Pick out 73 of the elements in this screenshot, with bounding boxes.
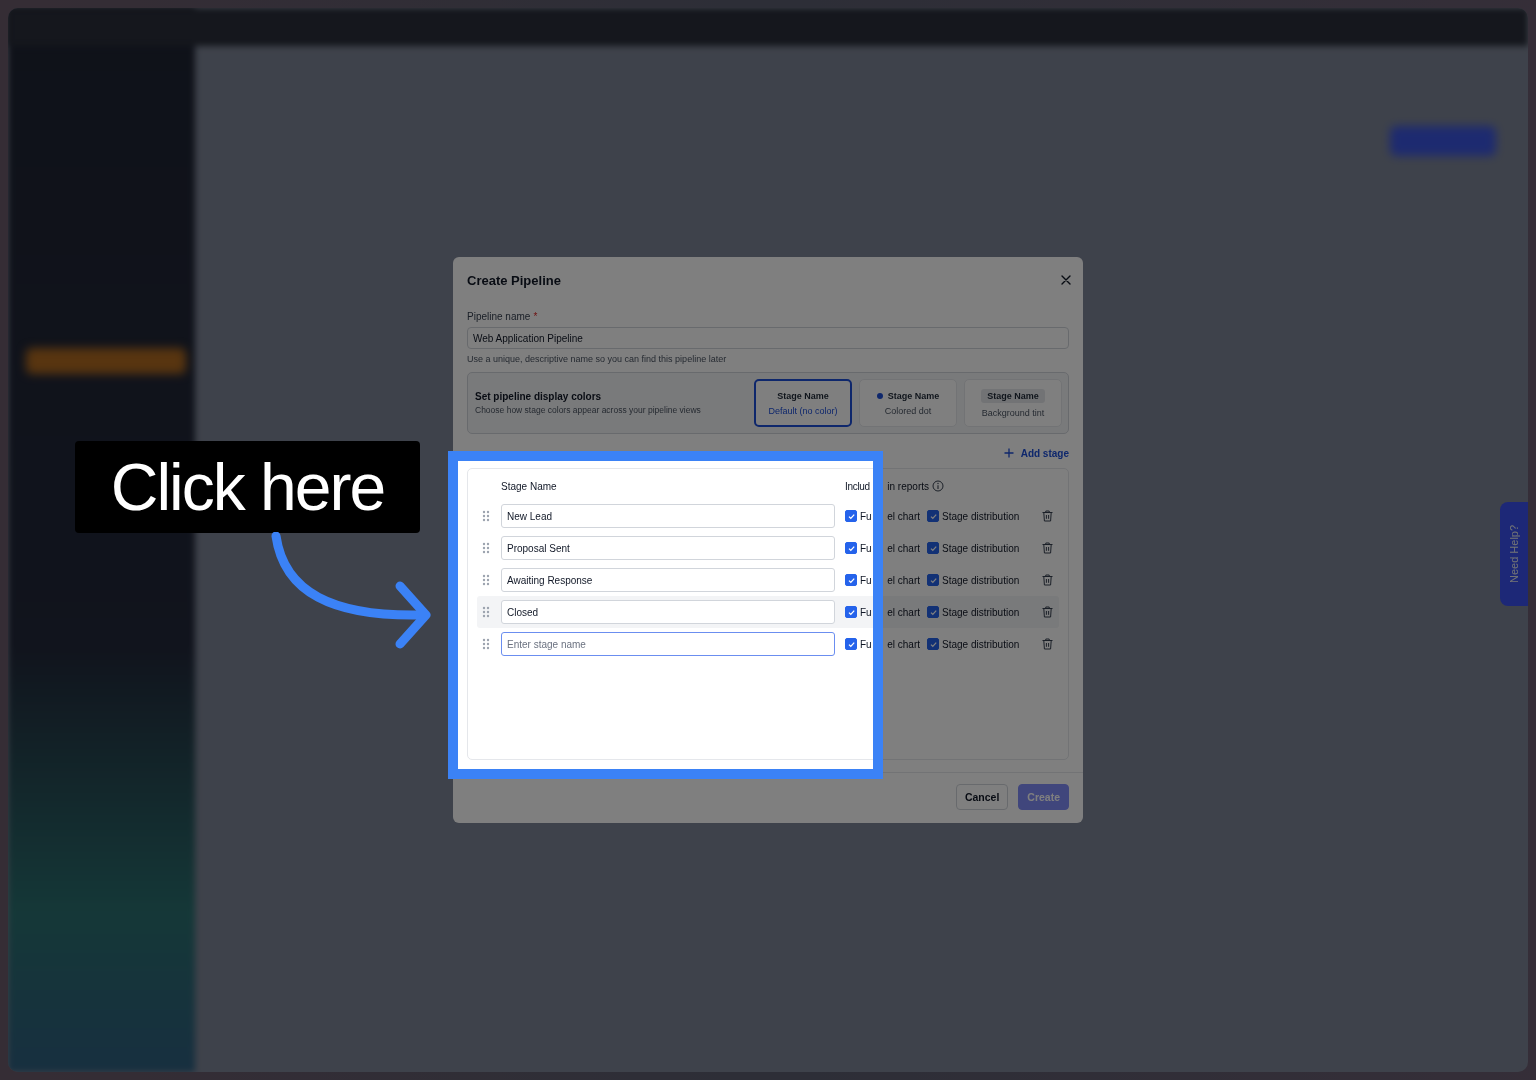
checkbox[interactable]	[927, 574, 939, 586]
sample-text: Stage Name	[777, 390, 829, 401]
drag-handle-icon[interactable]	[482, 542, 490, 554]
delete-button[interactable]	[1042, 510, 1053, 522]
checkbox-label: Fu	[860, 510, 872, 522]
checkbox[interactable]	[845, 638, 857, 650]
add-stage-button[interactable]: Add stage	[1003, 447, 1069, 459]
column-header: Includ	[845, 480, 870, 492]
checkbox[interactable]	[845, 606, 857, 618]
checkbox-label: el chart	[887, 638, 920, 650]
trash-icon	[1042, 510, 1053, 522]
option-caption: Background tint	[981, 407, 1045, 418]
dot-icon	[876, 392, 883, 399]
option-caption: Default (no color)	[768, 405, 838, 416]
delete-button[interactable]	[1042, 542, 1053, 554]
input-field[interactable]: New Lead	[501, 504, 835, 528]
drag-handle-icon[interactable]	[482, 510, 490, 522]
tinted-sample: Stage Name	[981, 388, 1045, 403]
delete-button[interactable]	[1042, 606, 1053, 618]
checkbox-label: Fu	[860, 542, 872, 554]
close-icon	[1061, 275, 1071, 285]
close-button[interactable]	[1059, 273, 1073, 287]
checkbox[interactable]	[927, 510, 939, 522]
help-text: Use a unique, descriptive name so you can find this pipeline later	[467, 354, 728, 364]
checkbox[interactable]	[927, 638, 939, 650]
checkbox[interactable]	[845, 542, 857, 554]
checkbox[interactable]	[927, 542, 939, 554]
color-option[interactable]: Stage Name Colored dot	[859, 379, 957, 427]
drag-handle-icon[interactable]	[482, 606, 490, 618]
section-description: Choose how stage colors appear across your pipeline views	[475, 405, 701, 415]
trash-icon	[1042, 606, 1053, 618]
column-header: Stage Name	[501, 480, 558, 492]
help-tab[interactable]: Need Help?	[1500, 502, 1528, 606]
checkbox[interactable]	[845, 510, 857, 522]
input-field[interactable]: Awaiting Response	[501, 568, 835, 592]
checkbox-label: Stage distribution	[942, 574, 1020, 586]
checkbox-label: Stage distribution	[942, 606, 1020, 618]
column-header: in reports	[887, 480, 929, 492]
dialog-title: Create Pipeline	[467, 272, 561, 288]
plus-icon	[1003, 448, 1014, 458]
checkbox-label: Stage distribution	[942, 510, 1020, 522]
checkbox-label: Fu	[860, 638, 872, 650]
drag-handle-icon[interactable]	[482, 638, 490, 650]
checkbox-label: el chart	[887, 574, 920, 586]
delete-button[interactable]	[1042, 574, 1053, 586]
trash-icon	[1042, 542, 1053, 554]
trash-icon	[1042, 574, 1053, 586]
checkbox-label: el chart	[887, 606, 920, 618]
input-field[interactable]: Enter stage name	[501, 632, 835, 656]
sample-text: Stage Name	[887, 390, 940, 401]
input-field[interactable]: Closed	[501, 600, 835, 624]
input-field[interactable]: Proposal Sent	[501, 536, 835, 560]
checkbox[interactable]	[845, 574, 857, 586]
input-field[interactable]: Web Application Pipeline	[467, 327, 1069, 349]
color-option[interactable]: Stage Name Default (no color)	[754, 379, 852, 427]
checkbox-label: el chart	[887, 542, 920, 554]
checkbox-label: Stage distribution	[942, 638, 1020, 650]
checkbox-label: Stage distribution	[942, 542, 1020, 554]
info-icon	[932, 480, 944, 492]
delete-button[interactable]	[1042, 638, 1053, 650]
color-option[interactable]: Stage Name Background tint	[964, 379, 1062, 427]
checkbox-label: Fu	[860, 574, 872, 586]
option-caption: Colored dot	[884, 405, 932, 416]
cancel-button[interactable]: Cancel	[955, 784, 1009, 810]
callout-label: Click here	[75, 441, 420, 533]
drag-handle-icon[interactable]	[482, 574, 490, 586]
required-mark: *	[533, 311, 538, 322]
checkbox-label: el chart	[887, 510, 920, 522]
trash-icon	[1042, 638, 1053, 650]
field-label: Pipeline name	[467, 311, 531, 322]
checkbox-label: Fu	[860, 606, 872, 618]
checkbox[interactable]	[927, 606, 939, 618]
section-title: Set pipeline display colors	[475, 391, 603, 402]
